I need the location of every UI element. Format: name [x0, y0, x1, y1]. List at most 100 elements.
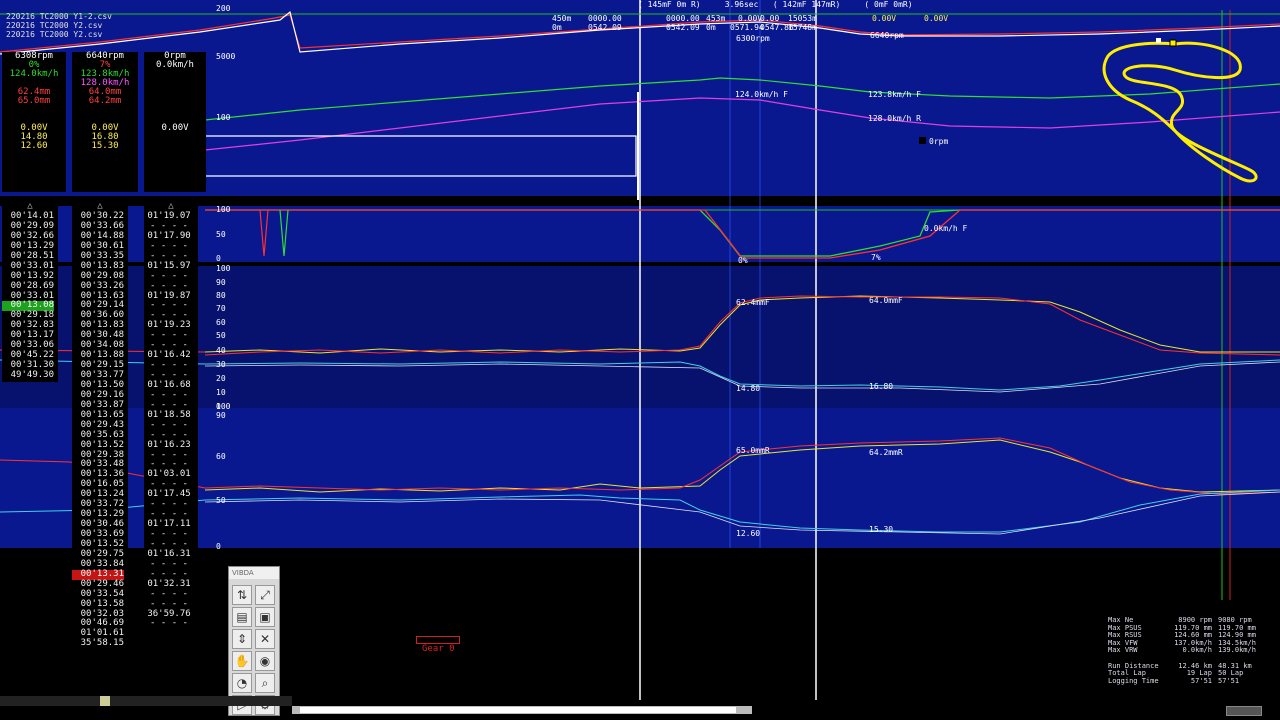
lap-list-c: △ 01'19.07- - - -01'17.90- - - -- - - -0…: [144, 202, 198, 654]
lap-time[interactable]: 01'16.23: [144, 440, 194, 451]
file-name[interactable]: 220216 TC2000 Y2.csv: [6, 30, 112, 39]
trace-speed-magenta: [204, 97, 1280, 151]
trace-throttle-spike: [259, 209, 269, 257]
lap-time[interactable]: 35'58.15: [72, 638, 124, 649]
eye-icon[interactable]: ◉: [255, 651, 275, 671]
label-susp-val-a: 14.80: [736, 384, 761, 393]
readout-distance-d: 0m: [706, 23, 716, 32]
cursor-info: ( 145mF 0m R) 3.96sec ( 142mF 147mR) ( 0…: [638, 0, 913, 9]
axis-tick: 90: [216, 411, 226, 420]
axis-tick: 100: [216, 113, 231, 122]
readout-rpm: 6300rpm: [736, 34, 770, 43]
axis-tick: 80: [216, 291, 226, 300]
tool-palette-title: VIBDA: [229, 567, 279, 579]
panel-v2: 15.30: [91, 141, 119, 151]
gauge-icon[interactable]: ◔: [232, 673, 252, 693]
axis-tick: 20: [216, 374, 226, 383]
axis-tick: 50: [216, 230, 226, 239]
panel-mm2: 65.0mm: [17, 96, 51, 106]
file-list: 220216 TC2000 Y1-2.csv 220216 TC2000 Y2.…: [6, 12, 112, 39]
label-susp-val-c: 12.60: [736, 529, 761, 538]
stat-col2: 57'51: [1218, 676, 1240, 685]
hand-icon[interactable]: ✋: [232, 651, 252, 671]
measure-tool-icon[interactable]: ⤢: [255, 585, 275, 605]
lap-time[interactable]: 00'13.52: [72, 440, 124, 451]
orpm-marker: [919, 137, 926, 144]
label-susp-val-b: 16.80: [869, 382, 894, 391]
gear-box: [416, 636, 460, 644]
lap-time[interactable]: - - - -: [144, 618, 194, 629]
lap-time[interactable]: 49'49.30: [2, 370, 54, 381]
trace-throttle-red: [205, 209, 1280, 259]
stats-col1: 8900 rpm 119.70 mm 124.60 mm 137.0km/h 0.0km…: [1168, 616, 1212, 685]
readout-time-a: 0000.00: [588, 14, 622, 23]
readout-distance-c: 0m: [552, 23, 562, 32]
axis-tick: 0: [216, 254, 221, 263]
readout-time-c: 0542.09: [588, 23, 622, 32]
sort-icon[interactable]: △: [144, 202, 198, 211]
readout-distance-b: 453m: [706, 14, 726, 23]
axis-tick: 10: [216, 388, 226, 397]
trace-white-step: [205, 135, 637, 177]
readout-panel-a: 6308rpm 0% 124.0km/h 62.4mm 65.0mm 0.00V…: [2, 52, 66, 192]
bottom-marker: [100, 696, 110, 706]
axis-tick: 50: [216, 496, 226, 505]
label-throttle-speed: 0.0km/h F: [924, 224, 968, 233]
open-file-icon[interactable]: ▤: [232, 607, 252, 627]
label-speed-left: 124.0km/h F: [735, 90, 788, 99]
gear-label: Gear 0: [422, 644, 455, 654]
label-orpm: 0rpm: [929, 137, 949, 146]
axis-tick: 0: [216, 542, 221, 551]
cross-icon[interactable]: ✕: [255, 629, 275, 649]
track-map: [1102, 41, 1258, 183]
lap-time[interactable]: 00'28.69: [2, 281, 54, 292]
readout-time-d: 0542.09: [666, 23, 700, 32]
stat-col1: 57'51: [1190, 676, 1212, 685]
cursor-tool-icon[interactable]: ⇅: [232, 585, 252, 605]
axis-tick: 60: [216, 452, 226, 461]
sort-icon[interactable]: △: [2, 202, 58, 211]
lap-time[interactable]: 00'33.26: [72, 281, 124, 292]
label-susp-r-left: 65.0mmR: [736, 446, 770, 455]
zoom-icon[interactable]: ⌕: [255, 673, 275, 693]
readout-volt-b: 0.00V: [924, 14, 949, 23]
readout-rpm-right: 6640rpm: [870, 31, 904, 40]
readout-total-a: 15053m: [788, 14, 817, 23]
file-name[interactable]: 220216 TC2000 Y2.csv: [6, 21, 112, 30]
trace-rear-white: [204, 491, 1280, 535]
file-name[interactable]: 220216 TC2000 Y1-2.csv: [6, 12, 112, 21]
readout-time-e: 0571.94: [730, 23, 764, 32]
label-susp-f-right: 64.0mmF: [869, 296, 903, 305]
axis-tick: 100: [216, 205, 231, 214]
scrollbar-thumb[interactable]: [300, 707, 736, 713]
stats-labels: Max Ne Max PSUS Max RSUS Max VFW Max VRW Run…: [1108, 616, 1159, 685]
readout-distance-a: 450m: [552, 14, 572, 23]
lap-list-a: △ 00'14.01 00'29.09 00'32.66 00'13.29 00'28.…: [2, 202, 58, 382]
label-throttle-pct-a: 0%: [738, 256, 748, 265]
axis-tick: 5000: [216, 52, 236, 61]
label-throttle-pct-b: 7%: [871, 253, 881, 262]
readout-time-b: 0000.00: [666, 14, 700, 23]
axis-tick: 40: [216, 346, 226, 355]
lap-times-b: 00'30.22 00'33.66 00'14.88 00'30.61 00'33.35…: [72, 211, 124, 649]
axis-tick: 60: [216, 318, 226, 327]
track-position-marker-b[interactable]: [1156, 38, 1161, 43]
label-susp-val-d: 15.30: [869, 525, 894, 534]
lap-time[interactable]: - - - -: [144, 281, 194, 292]
stat-labels: Max VRW: [1108, 646, 1138, 655]
sort-icon[interactable]: △: [72, 202, 128, 211]
axis-tick: 100: [216, 402, 231, 411]
lap-times-c: 01'19.07- - - -01'17.90- - - -- - - -01'…: [144, 211, 194, 629]
expand-icon[interactable]: ⇕: [232, 629, 252, 649]
label-susp-r-right: 64.2mmR: [869, 448, 903, 457]
panel-v2: 12.60: [20, 141, 48, 151]
track-position-marker[interactable]: [1169, 39, 1177, 47]
folder-icon[interactable]: ▣: [255, 607, 275, 627]
lap-time[interactable]: - - - -: [144, 599, 194, 610]
panel-speed: 0.0km/h: [156, 60, 194, 70]
tool-palette: VIBDA ⇅ ⤢ ▤ ▣ ⇕ ✕ ✋ ◉ ◔ ⌕ ▷ ⚙: [228, 566, 280, 716]
lap-time[interactable]: 00'13.58: [72, 599, 124, 610]
readout-panel-c: 0rpm 0.0km/h 0.00V: [144, 52, 206, 192]
readout-volt: 0.00V: [738, 14, 763, 23]
panel-volt: 0.00V: [161, 123, 189, 133]
